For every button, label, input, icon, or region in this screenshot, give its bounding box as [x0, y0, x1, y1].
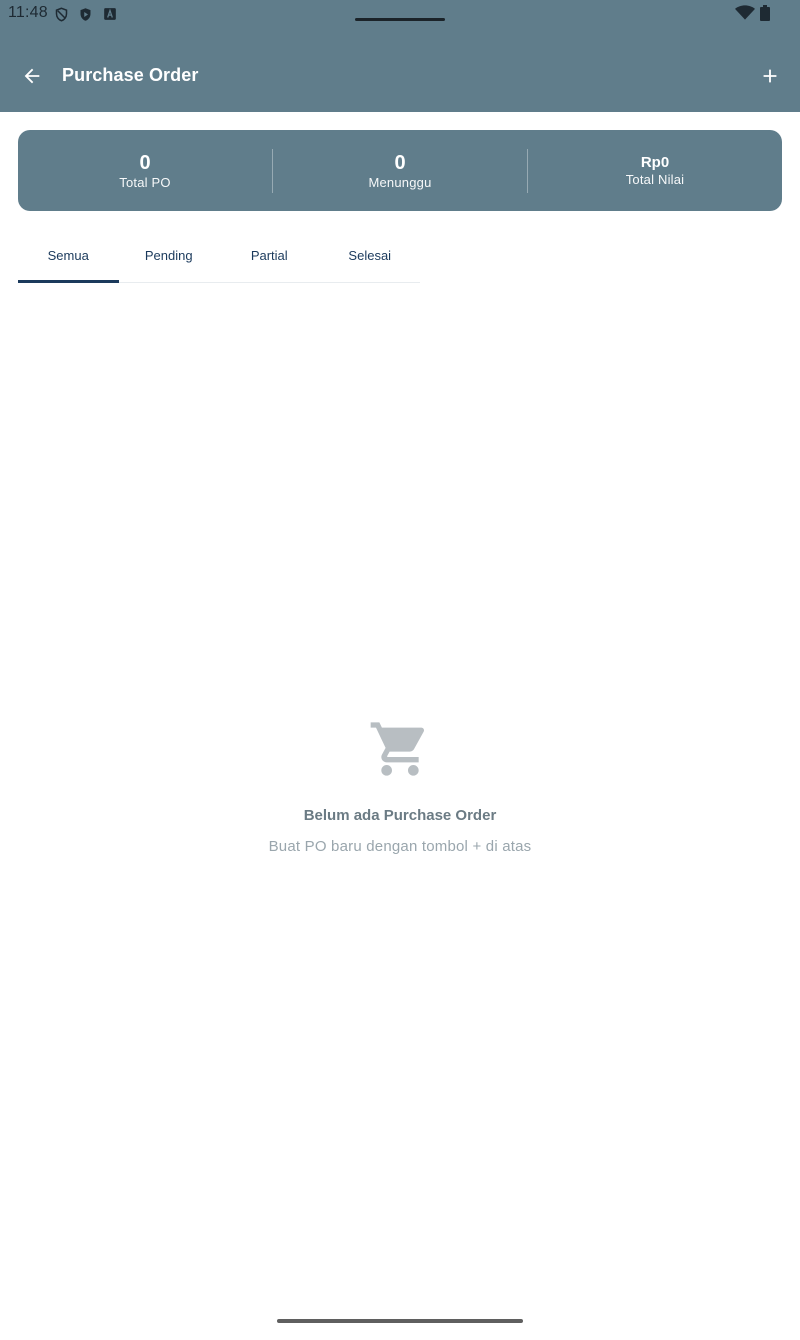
- plus-icon: [763, 69, 777, 83]
- back-button[interactable]: [16, 60, 48, 92]
- battery-icon: [760, 5, 770, 26]
- summary-card: 0 Total PO 0 Menunggu Rp0 Total Nilai: [18, 130, 782, 211]
- tab-semua[interactable]: Semua: [18, 232, 119, 283]
- stat-label: Total PO: [119, 174, 171, 190]
- filter-tabs: Semua Pending Partial Selesai: [18, 232, 420, 283]
- tab-selesai[interactable]: Selesai: [320, 232, 421, 282]
- stat-label: Total Nilai: [625, 171, 685, 187]
- camera-notch: [355, 18, 445, 21]
- stat-label: Menunggu: [368, 174, 432, 190]
- stat-total-nilai: Rp0 Total Nilai: [528, 154, 782, 188]
- page-title: Purchase Order: [62, 65, 199, 85]
- stat-value: 0: [394, 151, 406, 174]
- empty-state-title: Belum ada Purchase Order: [303, 807, 497, 824]
- status-bar: 11:48: [0, 0, 800, 28]
- app-bar: 11:48 Purchase Order: [0, 0, 800, 112]
- add-po-button[interactable]: [754, 60, 786, 92]
- empty-state: Belum ada Purchase Order Buat PO baru de…: [0, 716, 800, 855]
- font-a-icon: [102, 6, 118, 22]
- empty-state-subtitle: Buat PO baru dengan tombol + di atas: [268, 838, 532, 855]
- stat-value: 0: [139, 151, 151, 174]
- tab-pending[interactable]: Pending: [119, 232, 220, 282]
- arrow-left-icon: [24, 68, 40, 84]
- stat-total-po: 0 Total PO: [18, 151, 272, 191]
- shield-icon: [53, 6, 69, 22]
- wifi-icon: [735, 5, 755, 26]
- home-indicator[interactable]: [277, 1319, 523, 1323]
- status-time: 11:48: [8, 4, 48, 21]
- shopping-cart-icon: [370, 722, 425, 776]
- toolbar: Purchase Order: [0, 56, 800, 96]
- stat-value: Rp0: [640, 153, 670, 171]
- play-protect-icon: [77, 6, 93, 22]
- stat-menunggu: 0 Menunggu: [273, 151, 527, 191]
- tab-partial[interactable]: Partial: [219, 232, 320, 282]
